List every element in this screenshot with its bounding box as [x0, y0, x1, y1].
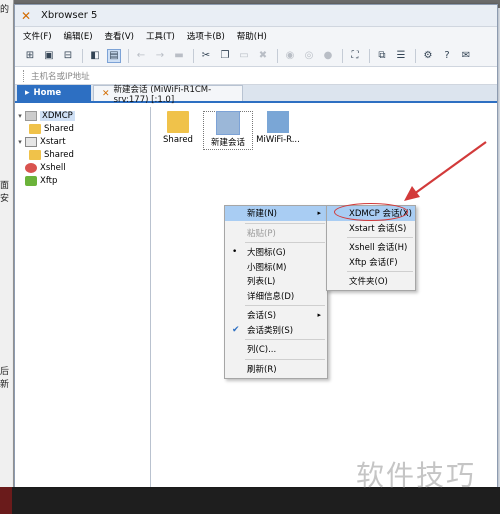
- folder-icon: [29, 149, 41, 160]
- disconnect-icon[interactable]: ⊟: [61, 49, 75, 63]
- menu-bar: 文件(F) 编辑(E) 查看(V) 工具(T) 选项卡(B) 帮助(H): [15, 27, 497, 45]
- tree-item-xdmcp[interactable]: ▾ XDMCP: [15, 109, 150, 122]
- chat-icon[interactable]: ✉: [459, 49, 473, 63]
- xbrowser-app-icon: ✕: [21, 8, 32, 23]
- chevron-right-icon: ▸: [317, 209, 321, 218]
- session-properties-icon[interactable]: ◧: [88, 49, 102, 63]
- xshell-icon: [25, 162, 37, 173]
- background-text-fragment: 后新: [0, 367, 10, 390]
- title-bar: ✕ Xbrowser 5: [15, 5, 497, 27]
- submenu-item-xshell-session[interactable]: Xshell 会话(H): [327, 240, 415, 255]
- background-text-fragment: 的: [0, 5, 10, 15]
- session-tree: ▾ XDMCP Shared ▾ Xstart Shared Xshell Xf…: [15, 107, 151, 487]
- content-item-shared[interactable]: Shared: [153, 111, 203, 145]
- help-icon[interactable]: ?: [440, 49, 454, 63]
- copy-icon[interactable]: ❐: [218, 49, 232, 63]
- annotation-ellipse: [334, 203, 408, 221]
- delete-icon[interactable]: ✖: [256, 49, 270, 63]
- disconnect-session-icon[interactable]: ◎: [302, 49, 316, 63]
- fullscreen-icon[interactable]: ⛶: [348, 49, 362, 63]
- paste-icon[interactable]: ▭: [237, 49, 251, 63]
- xbrowser-tab-icon: ✕: [102, 88, 110, 99]
- window-icon[interactable]: ⧉: [375, 49, 389, 63]
- menu-tabs[interactable]: 选项卡(B): [187, 30, 225, 42]
- address-placeholder: 主机名或IP地址: [31, 71, 90, 82]
- menu-item-list[interactable]: 列表(L): [225, 274, 327, 289]
- reconnect-icon[interactable]: ●: [321, 49, 335, 63]
- menu-item-paste[interactable]: 粘贴(P): [225, 226, 327, 241]
- home-icon: ▸: [25, 88, 30, 98]
- submenu-item-xstart-session[interactable]: Xstart 会话(S): [327, 221, 415, 236]
- new-session-icon[interactable]: ⊞: [23, 49, 37, 63]
- menu-item-sessions[interactable]: 会话(S) ▸: [225, 308, 327, 323]
- background-window-edge: 的 面安 后新: [0, 0, 14, 514]
- folder-icon: [167, 111, 189, 133]
- menu-item-columns[interactable]: 列(C)...: [225, 342, 327, 357]
- content-item-new-session[interactable]: 新建会话: [203, 111, 253, 150]
- folder-icon: [29, 123, 41, 134]
- menu-file[interactable]: 文件(F): [23, 30, 52, 42]
- up-folder-icon[interactable]: ▬: [172, 49, 186, 63]
- back-arrow-icon[interactable]: ←: [134, 49, 148, 63]
- view-mode-icon[interactable]: ☰: [394, 49, 408, 63]
- xftp-icon: [25, 175, 37, 186]
- content-item-miwifi[interactable]: MiWiFi-R...: [253, 111, 303, 145]
- submenu-item-folder[interactable]: 文件夹(O): [327, 274, 415, 289]
- tree-item-xstart-shared[interactable]: Shared: [15, 148, 150, 161]
- chevron-right-icon: ▸: [317, 311, 321, 320]
- open-icon[interactable]: ▣: [42, 49, 56, 63]
- collapse-icon[interactable]: ▾: [15, 112, 25, 120]
- submenu-item-xftp-session[interactable]: Xftp 会话(F): [327, 255, 415, 270]
- menu-item-refresh[interactable]: 刷新(R): [225, 362, 327, 377]
- tab-session[interactable]: ✕ 新建会话 (MiWiFi-R1CM-srv:177) [:1.0]: [93, 85, 243, 105]
- menu-item-large-icons[interactable]: • 大图标(G): [225, 245, 327, 260]
- context-menu: 新建(N) ▸ 粘贴(P) • 大图标(G) 小图标(M) 列表(L) 详细信息…: [224, 205, 328, 379]
- checkmark-icon: ✔: [232, 324, 240, 335]
- tree-item-xstart[interactable]: ▾ Xstart: [15, 135, 150, 148]
- menu-tools[interactable]: 工具(T): [146, 30, 175, 42]
- toolbar: ⊞ ▣ ⊟ ◧ ▤ ← → ▬ ✂ ❐ ▭ ✖ ◉ ◎ ● ⛶ ⧉ ☰ ⚙ ? …: [15, 45, 497, 67]
- window-title: Xbrowser 5: [41, 10, 98, 21]
- xdmcp-icon: [25, 110, 37, 121]
- menu-item-small-icons[interactable]: 小图标(M): [225, 260, 327, 275]
- toggle-pane-icon[interactable]: ▤: [107, 48, 121, 63]
- menu-view[interactable]: 查看(V): [105, 30, 134, 42]
- watermark-text: 软件技巧: [356, 459, 477, 492]
- tab-home-label: Home: [33, 88, 62, 98]
- tree-item-xshell[interactable]: Xshell: [15, 161, 150, 174]
- xstart-icon: [25, 136, 37, 147]
- background-text-fragment: 面安: [0, 181, 10, 204]
- menu-help[interactable]: 帮助(H): [237, 30, 267, 42]
- menu-edit[interactable]: 编辑(E): [64, 30, 93, 42]
- cut-icon[interactable]: ✂: [199, 49, 213, 63]
- tree-item-xdmcp-shared[interactable]: Shared: [15, 122, 150, 135]
- tree-item-xftp[interactable]: Xftp: [15, 174, 150, 187]
- tab-session-label: 新建会话 (MiWiFi-R1CM-srv:177) [:1.0]: [113, 84, 212, 105]
- collapse-icon[interactable]: ▾: [15, 138, 25, 146]
- menu-item-session-category[interactable]: ✔ 会话类别(S): [225, 323, 327, 338]
- monitor-icon: [267, 111, 289, 133]
- tab-bar: ▸ Home ✕ 新建会话 (MiWiFi-R1CM-srv:177) [:1.…: [15, 85, 497, 105]
- connect-icon[interactable]: ◉: [283, 49, 297, 63]
- gear-icon[interactable]: ⚙: [421, 49, 435, 63]
- menu-item-details[interactable]: 详细信息(D): [225, 289, 327, 304]
- monitor-icon: [216, 111, 240, 135]
- forward-arrow-icon[interactable]: →: [153, 49, 167, 63]
- radio-dot-icon: •: [232, 247, 238, 258]
- menu-item-new[interactable]: 新建(N) ▸: [225, 206, 327, 221]
- tab-home[interactable]: ▸ Home: [17, 85, 91, 101]
- address-bar[interactable]: 主机名或IP地址: [15, 67, 497, 85]
